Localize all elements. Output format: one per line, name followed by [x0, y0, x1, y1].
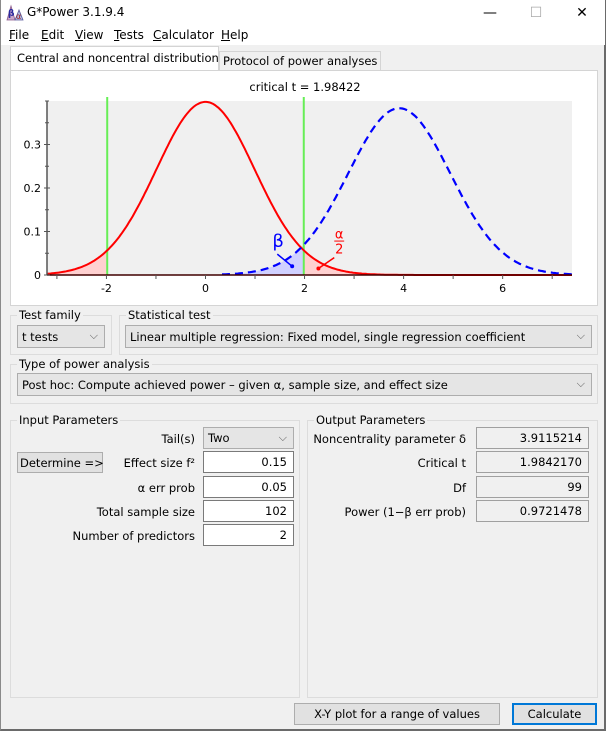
- tails-select[interactable]: Two ⌵: [203, 427, 294, 449]
- menu-view-label: iew: [82, 28, 104, 42]
- menu-edit-mnemonic: E: [41, 28, 49, 42]
- menu-view-mnemonic: V: [75, 28, 83, 42]
- x-tick-label: 6: [499, 282, 506, 295]
- alpha-annotation-numerator: α: [335, 227, 344, 242]
- tab-protocol[interactable]: Protocol of power analyses: [219, 51, 381, 70]
- power-analysis-type-select[interactable]: Post hoc: Compute achieved power – given…: [17, 373, 592, 396]
- critical-t-label: Critical t: [417, 456, 466, 470]
- input-parameters-label: Input Parameters: [17, 413, 121, 427]
- x-tick-label: 0: [202, 282, 209, 295]
- distribution-chart: 00.10.20.3-2 0 2 4 6β α2: [24, 97, 572, 295]
- total-sample-size-label: Total sample size: [96, 505, 195, 519]
- y-tick-label: 0.3: [24, 139, 42, 152]
- total-sample-size-input[interactable]: 102: [203, 500, 294, 522]
- menu-help[interactable]: Help: [221, 28, 248, 42]
- effect-size-label: Effect size f²: [123, 456, 195, 470]
- tab-distributions[interactable]: Central and noncentral distributions: [10, 46, 225, 70]
- chevron-down-icon: ⌵: [89, 329, 98, 342]
- df-label: Df: [453, 481, 466, 495]
- alpha-pointer-dot: [316, 266, 321, 271]
- statistical-test-label: Statistical test: [126, 308, 213, 322]
- plot-background: [47, 101, 572, 275]
- minimize-button[interactable]: —: [467, 0, 513, 26]
- gpower-logo-icon: β α: [6, 4, 24, 21]
- effect-size-input[interactable]: 0.15: [203, 451, 294, 473]
- chevron-down-icon: ⌵: [576, 377, 585, 390]
- test-family-label: Test family: [17, 308, 83, 322]
- app-window: β α G*Power 3.1.9.4 — ☐ ✕ File Edit View…: [0, 0, 606, 731]
- menu-view[interactable]: View: [75, 28, 103, 42]
- menu-tests-label: ests: [119, 28, 144, 42]
- alpha-err-prob-input[interactable]: 0.05: [203, 476, 294, 498]
- menu-tests[interactable]: Tests: [114, 28, 144, 42]
- close-button[interactable]: ✕: [559, 0, 605, 26]
- noncentrality-label: Noncentrality parameter δ: [313, 432, 466, 446]
- number-of-predictors-label: Number of predictors: [72, 529, 195, 543]
- window-title: G*Power 3.1.9.4: [27, 5, 125, 19]
- calculate-button[interactable]: Calculate: [512, 703, 597, 725]
- power-analysis-type-label: Type of power analysis: [17, 357, 152, 371]
- menu-edit-label: dit: [48, 28, 65, 42]
- alpha-err-prob-label: α err prob: [137, 481, 195, 495]
- menu-file-label: ile: [15, 28, 30, 42]
- test-family-value: t tests: [22, 330, 59, 344]
- output-parameters-label: Output Parameters: [314, 413, 428, 427]
- title-bar: β α G*Power 3.1.9.4 — ☐ ✕: [1, 0, 605, 26]
- tails-value: Two: [208, 431, 230, 445]
- maximize-button[interactable]: ☐: [513, 0, 559, 26]
- noncentrality-output: 3.9115214: [476, 427, 589, 449]
- svg-text:β: β: [8, 9, 15, 19]
- statistical-test-value: Linear multiple regression: Fixed model,…: [130, 330, 526, 344]
- critical-t-output: 1.9842170: [476, 451, 589, 473]
- beta-annotation: β: [272, 231, 284, 252]
- power-label: Power (1−β err prob): [344, 505, 466, 519]
- xy-plot-button[interactable]: X-Y plot for a range of values: [294, 703, 500, 725]
- tails-label: Tail(s): [161, 432, 195, 446]
- svg-text:α: α: [16, 12, 21, 21]
- menu-help-label: elp: [230, 28, 249, 42]
- menu-calculator-label: alculator: [161, 28, 214, 42]
- chevron-down-icon: ⌵: [576, 329, 585, 342]
- power-output: 0.9721478: [476, 500, 589, 522]
- x-tick-label: 2: [301, 282, 308, 295]
- test-family-select[interactable]: t tests ⌵: [17, 325, 105, 348]
- number-of-predictors-input[interactable]: 2: [203, 524, 294, 546]
- df-output: 99: [476, 476, 589, 498]
- distribution-plot-panel: critical t = 1.98422 0 0.1 0.2 0.3 -2 0 2 4 6 β α 2: [10, 70, 598, 306]
- menu-file[interactable]: File: [9, 28, 29, 42]
- power-analysis-type-value: Post hoc: Compute achieved power – given…: [22, 378, 448, 392]
- y-tick-label: 0: [34, 269, 41, 282]
- chevron-down-icon: ⌵: [278, 431, 287, 444]
- alpha-annotation-denominator: 2: [335, 242, 343, 257]
- menu-edit[interactable]: Edit: [41, 28, 64, 42]
- beta-pointer-dot: [290, 264, 295, 269]
- determine-button[interactable]: Determine =>: [17, 452, 104, 473]
- menu-help-mnemonic: H: [221, 28, 231, 42]
- x-tick-label: 4: [400, 282, 407, 295]
- x-tick-label: -2: [101, 282, 112, 295]
- statistical-test-select[interactable]: Linear multiple regression: Fixed model,…: [125, 325, 592, 348]
- y-tick-label: 0.1: [24, 226, 42, 239]
- menu-bar: File Edit View Tests Calculator Help: [1, 26, 605, 45]
- y-tick-label: 0.2: [24, 182, 42, 195]
- menu-calculator[interactable]: Calculator: [153, 28, 214, 42]
